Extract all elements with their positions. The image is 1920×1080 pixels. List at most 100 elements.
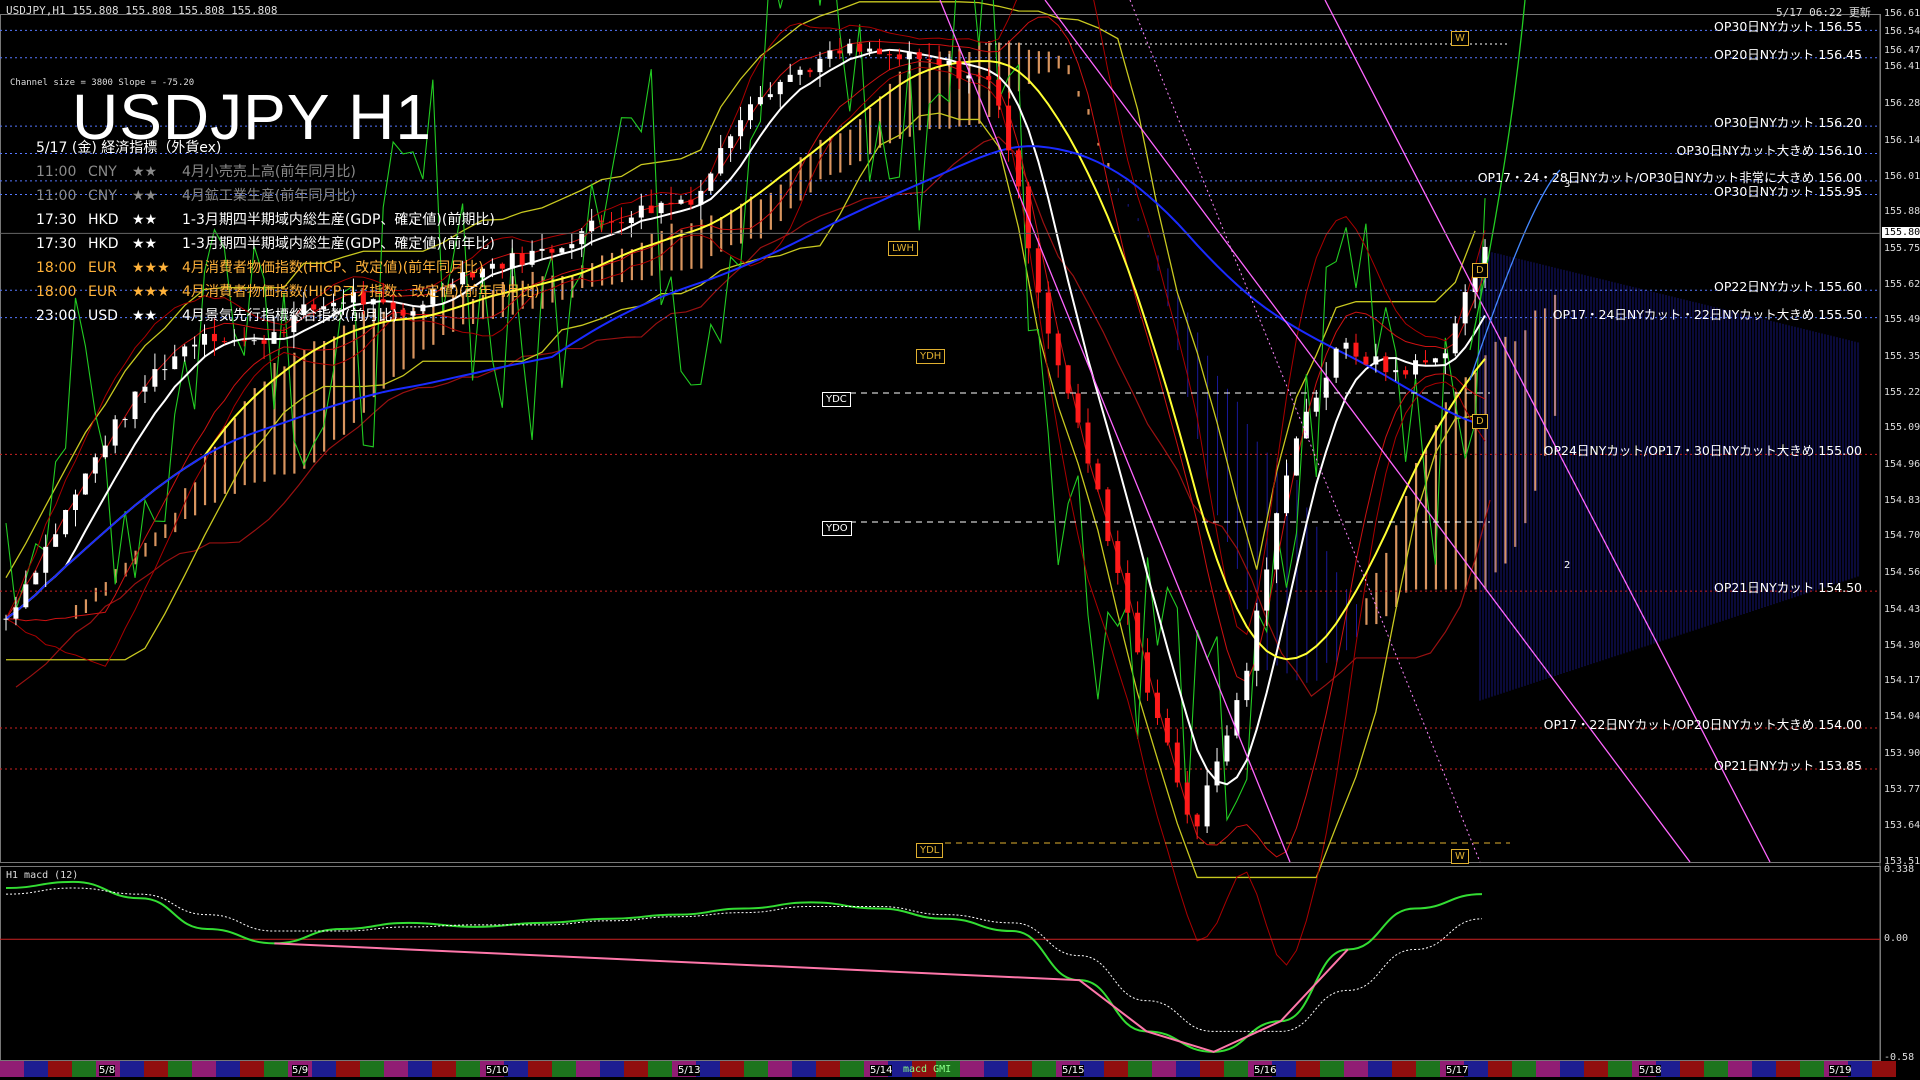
calendar-date: 5/17 (金) 経済指標（外貨ex) [36, 140, 222, 156]
candle-body [976, 75, 982, 77]
candle-body [718, 148, 724, 174]
y-tick-label: 154.300 [1884, 639, 1920, 651]
candle-body [1184, 782, 1190, 815]
x-date-label: 5/10 [486, 1065, 509, 1076]
y-tick-label: 156.610 [1884, 8, 1920, 19]
session-strip-segment [1344, 1061, 1368, 1077]
session-strip-segment [576, 1061, 600, 1077]
candle-body [906, 52, 912, 60]
option-level-label: OP30日NYカット 156.20 [1714, 115, 1862, 131]
calendar-stars: ★★ [132, 212, 158, 228]
candle-body [1343, 342, 1349, 349]
candle-body [1254, 610, 1260, 671]
candle-body [1293, 438, 1299, 476]
candle-body [1055, 333, 1061, 366]
candle-body [936, 59, 942, 65]
calendar-event-name: 1-3月期四半期域内総生産(GDP、確定値)(前年比) [182, 236, 495, 252]
calendar-time: 23:00 [36, 308, 77, 324]
y-tick-label: 156.415 [1884, 61, 1920, 73]
session-strip-segment [48, 1061, 72, 1077]
candle-body [1224, 735, 1230, 762]
candle-body [221, 341, 227, 343]
session-strip-segment [24, 1061, 48, 1077]
candle-body [1154, 692, 1160, 719]
candle-body [638, 205, 644, 218]
y-tick-label: 154.040 [1884, 711, 1920, 723]
candle-body [112, 419, 118, 446]
candle-body [1194, 814, 1200, 827]
candle-body [1035, 248, 1041, 293]
session-strip-segment [768, 1061, 792, 1077]
candle-body [847, 43, 853, 54]
marker-w: W [1451, 849, 1469, 864]
session-strip-segment [408, 1061, 432, 1077]
session-strip-segment [192, 1061, 216, 1077]
candle-body [886, 54, 892, 56]
candle-body [1085, 422, 1091, 464]
candle-body [1125, 572, 1131, 613]
candle-body [916, 52, 922, 60]
y-tick-label: 154.430 [1884, 604, 1920, 616]
candle-body [13, 607, 19, 619]
candle-body [1422, 360, 1428, 363]
calendar-currency: CNY [88, 188, 117, 204]
candle-body [23, 584, 29, 608]
symbol-header: USDJPY,H1 155.808 155.808 155.808 155.80… [6, 4, 278, 17]
macd-negative-line [274, 942, 1349, 1053]
y-tick-label: 155.750 [1884, 243, 1920, 255]
candle-body [956, 60, 962, 79]
candle-body [1174, 742, 1180, 783]
candle-body [132, 391, 138, 420]
candle-body [569, 244, 575, 249]
y-tick-label: 154.830 [1884, 494, 1920, 506]
candle-body [1353, 342, 1359, 357]
calendar-stars: ★★ [132, 236, 158, 252]
option-level-label: OP22日NYカット 155.60 [1714, 279, 1862, 295]
option-level-label: OP30日NYカット 156.55 [1714, 19, 1862, 35]
marker-w: W [1451, 31, 1469, 46]
session-strip-segment [1728, 1061, 1752, 1077]
candle-body [3, 618, 9, 620]
session-strip-segment [264, 1061, 288, 1077]
candle-body [747, 104, 753, 121]
calendar-row: 18:00 EUR ★★★ 4月消費者物価指数(HICP、改定値)(前年同月比) [36, 256, 540, 280]
candle-body [559, 248, 565, 253]
candle-body [1333, 348, 1339, 378]
candle-body [767, 94, 773, 98]
channel-mid-line [1129, 0, 1481, 863]
candle-body [1045, 292, 1051, 334]
candle-body [43, 546, 49, 573]
calendar-list: 11:00 CNY ★★ 4月小売売上高(前年同月比) 11:00 CNY ★★ 4月鉱工業生… [36, 160, 540, 328]
y-tick-label: 153.775 [1884, 783, 1920, 795]
candle-body [1244, 670, 1250, 701]
session-strip-segment [1152, 1061, 1176, 1077]
candle-body [618, 222, 624, 224]
marker-ydh: YDH [916, 349, 946, 364]
session-strip-segment [744, 1061, 768, 1077]
candle-body [1135, 612, 1141, 653]
session-strip-segment [528, 1061, 552, 1077]
candle-body [1075, 393, 1081, 423]
candle-body [1105, 489, 1111, 542]
calendar-stars: ★★ [132, 308, 158, 324]
candle-body [599, 220, 605, 222]
wave-label: 2 [1564, 560, 1571, 571]
session-strip-segment [1200, 1061, 1224, 1077]
candle-body [539, 248, 545, 251]
candle-body [1383, 356, 1389, 373]
y-tick-label: 155.490 [1884, 314, 1920, 326]
y-tick-label: 155.885 [1884, 206, 1920, 218]
x-date-label: 5/19 [1829, 1065, 1852, 1076]
marker-ydc: YDC [822, 392, 851, 407]
session-strip-segment [1848, 1061, 1872, 1077]
candle-body [72, 494, 78, 511]
y-tick-label: 155.225 [1884, 386, 1920, 398]
y-tick-label: 156.280 [1884, 98, 1920, 110]
calendar-stars: ★★ [132, 164, 158, 180]
option-level-label: OP21日NYカット 154.50 [1714, 580, 1862, 596]
candle-body [1095, 463, 1101, 490]
session-strip-segment [1176, 1061, 1200, 1077]
session-strip-segment [1872, 1061, 1896, 1077]
session-strip-segment [1512, 1061, 1536, 1077]
session-strip-segment [312, 1061, 336, 1077]
